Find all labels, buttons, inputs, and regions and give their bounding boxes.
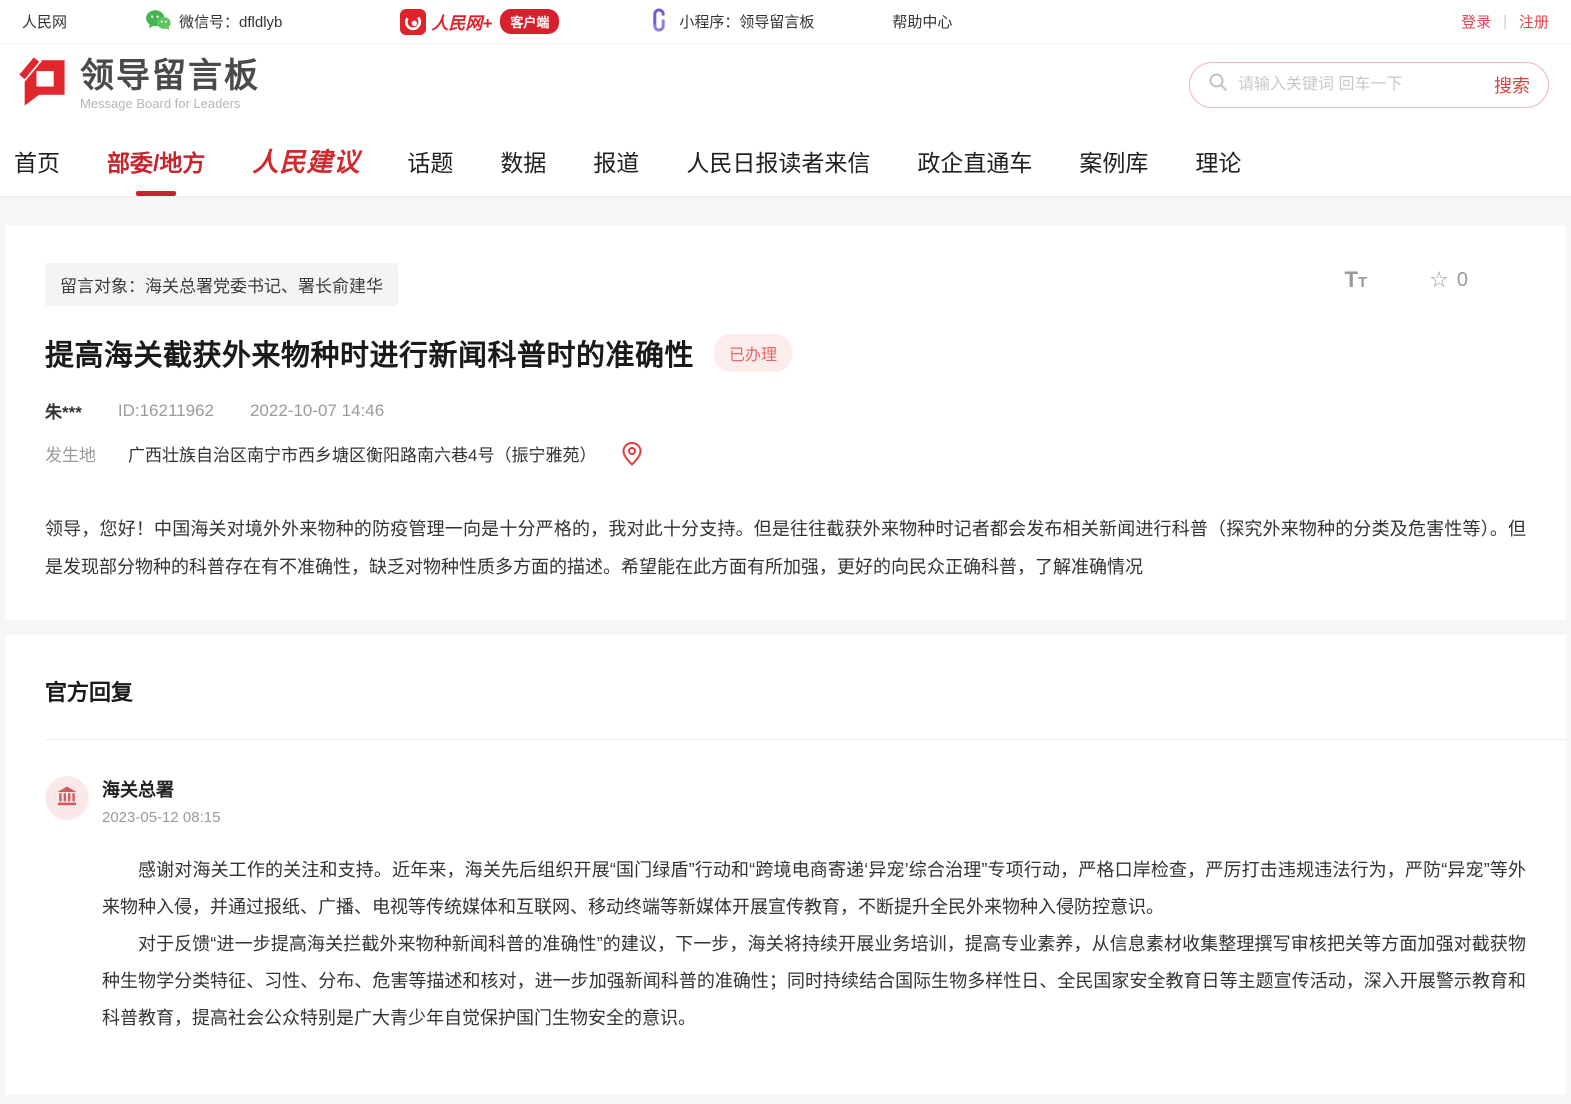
favorite-button[interactable]: ☆ 0 — [1429, 267, 1468, 293]
search-box: 搜索 — [1189, 62, 1549, 108]
auth-separator: | — [1503, 13, 1507, 30]
favorite-count: 0 — [1457, 269, 1468, 292]
location-label: 发生地 — [45, 441, 96, 466]
peoples-daily-link[interactable]: 人民网 — [22, 11, 67, 32]
miniprogram-label: 小程序：领导留言板 — [679, 11, 814, 32]
peoples-daily-plus-icon — [400, 9, 426, 35]
location-text: 广西壮族自治区南宁市西乡塘区衡阳路南六巷4号（振宁雅苑） — [128, 441, 596, 466]
search-input[interactable] — [1238, 76, 1494, 94]
reply-paragraph: 对于反馈“进一步提高海关拦截外来物种新闻科普的准确性”的建议，下一步，海关将持续… — [102, 926, 1526, 1037]
location-pin-icon[interactable] — [622, 442, 642, 466]
nav-item-topics[interactable]: 话题 — [407, 138, 453, 184]
background-band — [0, 197, 1571, 225]
message-title: 提高海关截获外来物种时进行新闻科普时的准确性 — [45, 332, 694, 374]
site-logo[interactable]: 领导留言板 Message Board for Leaders — [12, 53, 260, 116]
agency-avatar — [45, 776, 89, 820]
page: 人民网 微信号：dfldlyb — [0, 0, 1571, 1104]
wechat-label: 微信号：dfldlyb — [179, 11, 282, 32]
star-icon: ☆ — [1429, 267, 1449, 293]
message-card: 留言对象：海关总署党委书记、署长俞建华 TT ☆ 0 提高海关截获外来物种时进行… — [5, 225, 1566, 620]
register-link[interactable]: 注册 — [1519, 11, 1549, 32]
site-logo-text: 领导留言板 Message Board for Leaders — [80, 59, 260, 111]
message-tools: TT ☆ 0 — [1345, 267, 1468, 293]
peoples-daily-plus-text: 人民网+ — [431, 9, 492, 34]
nav-item-data[interactable]: 数据 — [500, 138, 546, 184]
site-subtitle: Message Board for Leaders — [80, 96, 260, 111]
font-size-icon[interactable]: TT — [1345, 267, 1368, 293]
site-logo-icon — [12, 53, 70, 116]
nav-item-home[interactable]: 首页 — [14, 138, 60, 184]
client-badge: 客户端 — [500, 9, 559, 34]
card-gap — [0, 620, 1571, 635]
nav-item-theory[interactable]: 理论 — [1195, 138, 1241, 184]
auth-links: 登录 | 注册 — [1461, 11, 1549, 32]
nav-item-reports[interactable]: 报道 — [593, 138, 639, 184]
status-badge: 已办理 — [714, 334, 792, 372]
miniprogram-icon — [647, 8, 671, 36]
search-icon — [1208, 72, 1228, 97]
nav-item-gov-business-express[interactable]: 政企直通车 — [917, 138, 1032, 184]
message-author: 朱*** — [45, 398, 82, 423]
peoples-daily-app-item[interactable]: 人民网+ 客户端 — [400, 9, 559, 35]
login-link[interactable]: 登录 — [1461, 11, 1491, 32]
site-header: 领导留言板 Message Board for Leaders 搜索 — [0, 44, 1571, 125]
message-target-tag: 留言对象：海关总署党委书记、署长俞建华 — [45, 263, 398, 306]
peoples-daily-plus-logo: 人民网+ — [400, 9, 492, 35]
section-divider — [45, 739, 1566, 740]
reply-time: 2023-05-12 08:15 — [102, 809, 220, 826]
help-center-link[interactable]: 帮助中心 — [892, 11, 952, 32]
message-id: ID:16211962 — [118, 401, 214, 421]
nav-item-ministries-localities[interactable]: 部委/地方 — [107, 138, 205, 184]
message-body: 领导，您好！中国海关对境外外来物种的防疫管理一向是十分严格的，我对此十分支持。但… — [45, 510, 1526, 586]
message-time: 2022-10-07 14:46 — [250, 401, 384, 421]
official-reply-card: 官方回复 海关总署 2023-05-12 08:15 — [5, 635, 1566, 1095]
reply-agency-name: 海关总署 — [102, 776, 220, 802]
reply-body: 感谢对海关工作的关注和支持。近年来，海关先后组织开展“国门绿盾”行动和“跨境电商… — [102, 852, 1526, 1037]
nav-item-reader-letters[interactable]: 人民日报读者来信 — [686, 138, 870, 184]
wechat-icon — [145, 9, 171, 35]
top-utility-bar: 人民网 微信号：dfldlyb — [0, 0, 1571, 44]
search-button[interactable]: 搜索 — [1494, 72, 1530, 98]
nav-item-case-library[interactable]: 案例库 — [1079, 138, 1148, 184]
nav-item-peoples-suggestions[interactable]: 人民建议 — [252, 136, 360, 185]
main-nav: 首页 部委/地方 人民建议 话题 数据 报道 人民日报读者来信 政企直通车 案例… — [0, 125, 1571, 197]
site-title: 领导留言板 — [80, 59, 260, 93]
wechat-item[interactable]: 微信号：dfldlyb — [145, 9, 282, 35]
official-reply-heading: 官方回复 — [45, 675, 1526, 707]
reply-paragraph: 感谢对海关工作的关注和支持。近年来，海关先后组织开展“国门绿盾”行动和“跨境电商… — [102, 852, 1526, 926]
miniprogram-item[interactable]: 小程序：领导留言板 — [647, 8, 814, 36]
government-building-icon — [55, 784, 79, 813]
bottom-strip — [0, 1095, 1571, 1104]
